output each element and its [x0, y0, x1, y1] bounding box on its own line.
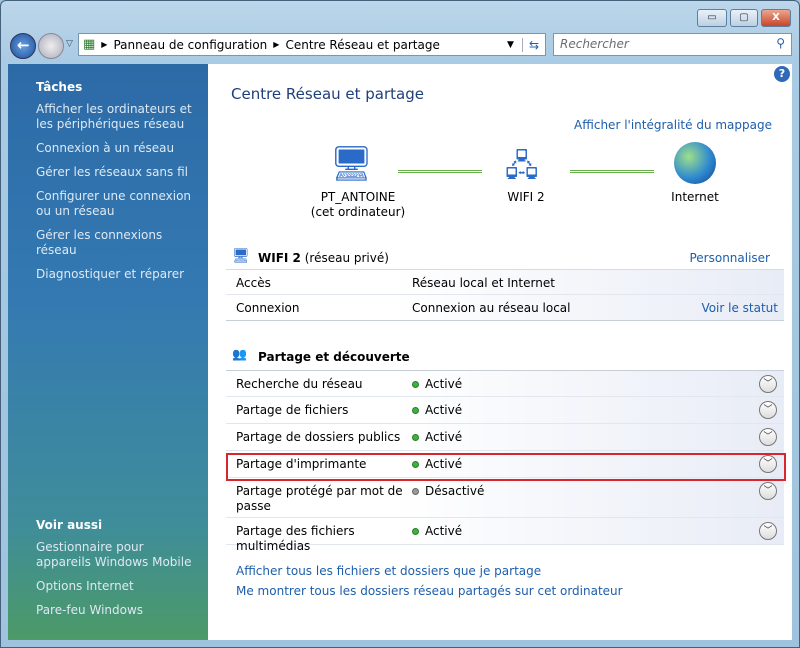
status-dot-icon — [412, 528, 419, 535]
connection-line — [570, 170, 654, 173]
network-row: Accès Réseau local et Internet — [226, 269, 784, 295]
row-value: Connexion au réseau local — [412, 301, 571, 315]
network-type: (réseau privé) — [304, 251, 389, 265]
status-text: Activé — [425, 430, 463, 444]
sharing-row: Partage de fichiers Activé ﹀ — [226, 397, 784, 424]
see-also-firewall[interactable]: Pare-feu Windows — [36, 603, 198, 618]
status-text: Désactivé — [425, 484, 485, 498]
network-icon: 🖧 — [505, 149, 539, 184]
view-status-link[interactable]: Voir le statut — [701, 301, 778, 315]
sharing-status: Activé — [412, 524, 462, 538]
close-button[interactable]: X — [761, 9, 791, 27]
task-setup-connection[interactable]: Configurer une connexion ou un réseau — [36, 189, 198, 219]
address-bar[interactable]: ▦ ▶ Panneau de configuration ▶ Centre Ré… — [78, 33, 546, 56]
computer-name: PT_ANTOINE — [320, 190, 396, 204]
task-view-computers[interactable]: Afficher les ordinateurs et les périphér… — [36, 102, 198, 132]
expand-chevron-icon[interactable]: ﹀ — [759, 401, 777, 419]
sharing-status: Désactivé — [412, 484, 484, 498]
expand-chevron-icon[interactable]: ﹀ — [759, 375, 777, 393]
full-map-link[interactable]: Afficher l'intégralité du mappage — [574, 118, 772, 132]
refresh-icon[interactable]: ⇆ — [521, 37, 545, 52]
task-connect[interactable]: Connexion à un réseau — [36, 141, 198, 156]
main-panel: ? Centre Réseau et partage Afficher l'in… — [208, 64, 792, 640]
see-also-internet-options[interactable]: Options Internet — [36, 579, 198, 594]
network-heading: WIFI 2 (réseau privé) — [258, 251, 389, 265]
search-input[interactable]: Rechercher ⚲ — [553, 33, 792, 56]
see-also-heading: Voir aussi — [36, 518, 103, 532]
sidebar: Tâches Afficher les ordinateurs et les p… — [8, 64, 208, 640]
network-status-icon: 🖥 — [232, 248, 250, 264]
show-shared-folders-link[interactable]: Me montrer tous les dossiers réseau part… — [236, 584, 623, 598]
computer-sub: (cet ordinateur) — [310, 205, 406, 219]
status-dot-icon — [412, 434, 419, 441]
search-icon[interactable]: ⚲ — [776, 36, 785, 50]
task-manage-connections[interactable]: Gérer les connexions réseau — [36, 228, 198, 258]
network-name: WIFI 2 — [258, 251, 301, 265]
sharing-icon: 👥 — [232, 347, 247, 361]
task-wireless[interactable]: Gérer les réseaux sans fil — [36, 165, 198, 180]
show-shared-files-link[interactable]: Afficher tous les fichiers et dossiers q… — [236, 564, 541, 578]
expand-chevron-icon[interactable]: ﹀ — [759, 428, 777, 446]
address-dropdown-icon[interactable]: ▼ — [499, 40, 522, 50]
row-label: Connexion — [236, 301, 300, 315]
sharing-heading: Partage et découverte — [258, 350, 410, 364]
search-placeholder: Rechercher — [560, 37, 629, 51]
sharing-label: Recherche du réseau — [236, 377, 363, 391]
breadcrumb-control-panel[interactable]: Panneau de configuration — [113, 38, 267, 52]
row-label: Accès — [236, 276, 271, 290]
page-title: Centre Réseau et partage — [231, 85, 424, 103]
sharing-status: Activé — [412, 403, 462, 417]
map-network[interactable]: WIFI 2 — [478, 190, 574, 205]
see-also-windows-mobile[interactable]: Gestionnaire pour appareils Windows Mobi… — [36, 540, 198, 570]
chevron-right-icon: ▶ — [101, 40, 108, 49]
map-computer[interactable]: PT_ANTOINE (cet ordinateur) — [298, 190, 418, 220]
row-value: Réseau local et Internet — [412, 276, 555, 290]
tasks-heading: Tâches — [36, 80, 83, 94]
expand-chevron-icon[interactable]: ﹀ — [759, 482, 777, 500]
status-dot-icon — [412, 381, 419, 388]
sharing-status: Activé — [412, 430, 462, 444]
chevron-right-icon: ▶ — [273, 40, 280, 49]
status-dot-icon — [412, 407, 419, 414]
connection-line — [398, 170, 482, 173]
highlight-box — [226, 453, 786, 481]
minimize-button[interactable]: ▭ — [697, 9, 727, 27]
back-button[interactable]: ← — [10, 33, 36, 59]
sharing-label: Partage de fichiers — [236, 403, 349, 417]
sharing-status: Activé — [412, 377, 462, 391]
help-icon[interactable]: ? — [774, 66, 790, 82]
status-text: Activé — [425, 403, 463, 417]
sharing-label: Partage de dossiers publics — [236, 430, 401, 444]
globe-icon — [674, 142, 716, 184]
customize-link[interactable]: Personnaliser — [689, 251, 770, 265]
history-dropdown-icon[interactable]: ▽ — [66, 39, 73, 49]
status-text: Activé — [425, 524, 463, 538]
breadcrumb-network-center[interactable]: Centre Réseau et partage — [285, 38, 439, 52]
sharing-label: Partage des fichiers multimédias — [236, 524, 355, 553]
control-panel-icon: ▦ — [83, 37, 96, 52]
maximize-button[interactable]: ▢ — [730, 9, 758, 27]
expand-chevron-icon[interactable]: ﹀ — [759, 522, 777, 540]
sharing-row: Recherche du réseau Activé ﹀ — [226, 370, 784, 397]
status-dot-icon — [412, 488, 419, 495]
map-internet[interactable]: Internet — [655, 190, 735, 205]
sharing-row: Partage des fichiers multimédias Activé ﹀ — [226, 518, 784, 553]
arrow-left-icon: ← — [17, 36, 30, 54]
sharing-row: Partage de dossiers publics Activé ﹀ — [226, 424, 784, 451]
status-text: Activé — [425, 377, 463, 391]
sharing-row: Partage protégé par mot de passe Désactiv… — [226, 478, 784, 518]
task-diagnose[interactable]: Diagnostiquer et réparer — [36, 267, 198, 282]
forward-button[interactable] — [38, 33, 64, 59]
computer-icon: 🖥 — [330, 144, 374, 184]
network-row: Connexion Connexion au réseau local Voir l… — [226, 295, 784, 321]
sharing-label: Partage protégé par mot de passe — [236, 484, 403, 513]
